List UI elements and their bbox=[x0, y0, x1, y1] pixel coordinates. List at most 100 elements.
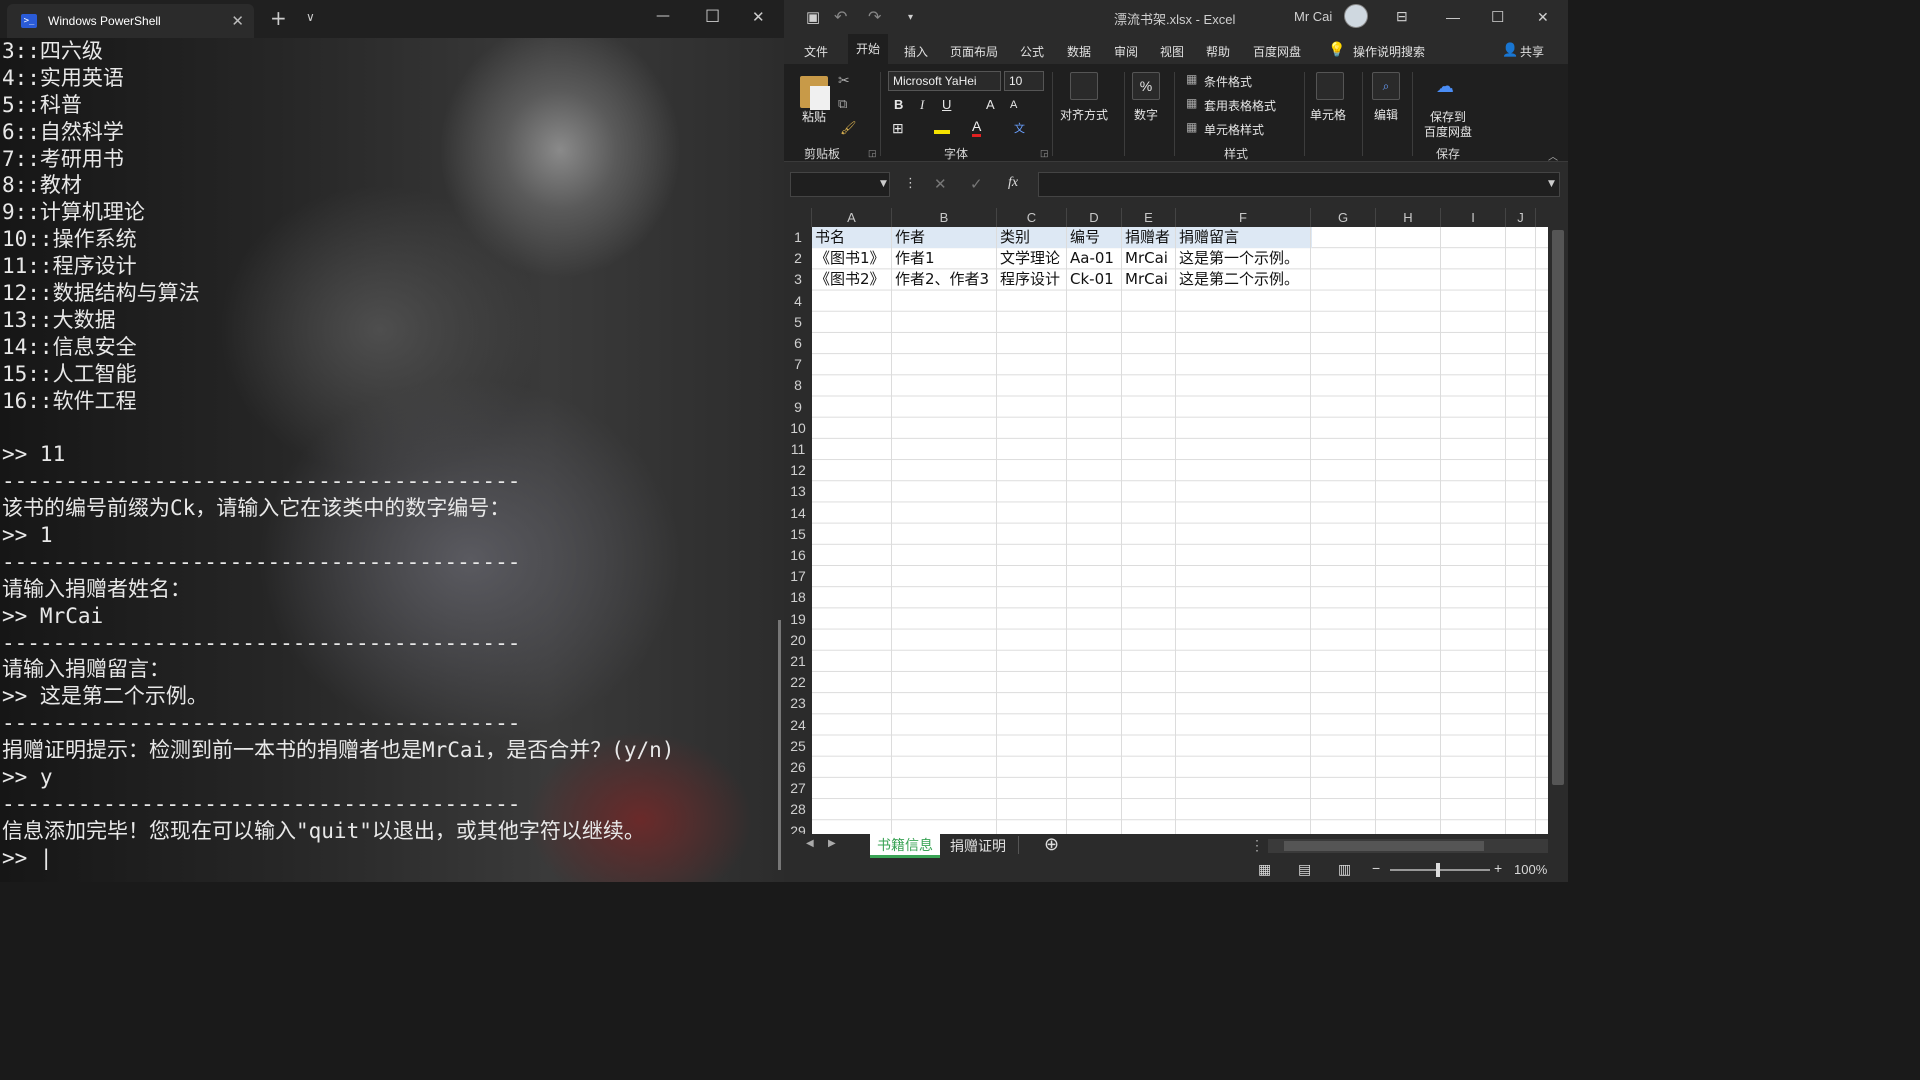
undo-icon[interactable]: ↶ bbox=[834, 7, 847, 27]
cell-area[interactable]: 书名 作者 类别 编号 捐赠者 捐赠留言 《图书1》 作者1 文学理论 Aa-01 MrCai 这是第… bbox=[812, 227, 1548, 834]
user-name[interactable]: Mr Cai bbox=[1294, 9, 1332, 24]
font-size-select[interactable]: 10 bbox=[1004, 71, 1044, 91]
share-button[interactable]: 共享 bbox=[1520, 43, 1544, 60]
next-sheet-icon[interactable]: ▶ bbox=[828, 838, 836, 849]
row-header[interactable]: 22 bbox=[784, 672, 812, 693]
scroll-thumb[interactable] bbox=[1552, 230, 1564, 785]
tab-review[interactable]: 审阅 bbox=[1114, 43, 1138, 60]
row-header[interactable]: 6 bbox=[784, 333, 812, 354]
row-header[interactable]: 21 bbox=[784, 651, 812, 672]
tab-baidu[interactable]: 百度网盘 bbox=[1253, 43, 1301, 60]
name-box[interactable] bbox=[790, 172, 890, 197]
row-header[interactable]: 14 bbox=[784, 503, 812, 524]
column-header[interactable]: J bbox=[1506, 208, 1536, 227]
paste-button[interactable]: 粘贴 bbox=[802, 108, 826, 125]
row-header[interactable]: 16 bbox=[784, 545, 812, 566]
tab-help[interactable]: 帮助 bbox=[1206, 43, 1230, 60]
column-header[interactable]: C bbox=[997, 208, 1067, 227]
name-box-dropdown-icon[interactable]: ▼ bbox=[880, 179, 887, 189]
alignment-button[interactable]: 对齐方式 bbox=[1060, 106, 1108, 123]
cells-icon[interactable] bbox=[1316, 72, 1344, 100]
table-cell[interactable]: 作者2、作者3 bbox=[892, 269, 997, 290]
add-sheet-button[interactable]: ⊕ bbox=[1044, 834, 1059, 855]
conditional-format-button[interactable]: 条件格式 bbox=[1204, 73, 1252, 90]
chevron-down-icon[interactable]: ∨ bbox=[306, 10, 315, 24]
normal-view-icon[interactable]: ▦ bbox=[1258, 861, 1271, 878]
row-header[interactable]: 15 bbox=[784, 524, 812, 545]
page-layout-icon[interactable]: ▤ bbox=[1298, 861, 1311, 878]
row-header[interactable]: 11 bbox=[784, 439, 812, 460]
column-header[interactable]: B bbox=[892, 208, 997, 227]
row-header[interactable]: 3 bbox=[784, 269, 812, 290]
table-header-cell[interactable]: 编号 bbox=[1067, 227, 1122, 248]
font-name-select[interactable]: Microsoft YaHei bbox=[888, 71, 1001, 91]
fill-color-icon[interactable] bbox=[934, 120, 950, 134]
table-cell[interactable]: 这是第二个示例。 bbox=[1176, 269, 1311, 290]
dialog-launcher-icon[interactable]: ◲ bbox=[868, 148, 877, 159]
cell-style-button[interactable]: 单元格样式 bbox=[1204, 121, 1264, 138]
insert-function-button[interactable]: fx bbox=[1008, 175, 1018, 191]
table-cell[interactable]: 这是第一个示例。 bbox=[1176, 248, 1311, 269]
dialog-launcher-icon[interactable]: ◲ bbox=[1040, 148, 1049, 159]
row-header[interactable]: 9 bbox=[784, 397, 812, 418]
table-header-cell[interactable]: 捐赠留言 bbox=[1176, 227, 1311, 248]
row-header[interactable]: 18 bbox=[784, 587, 812, 608]
bold-button[interactable]: B bbox=[894, 97, 903, 112]
table-cell[interactable]: Aa-01 bbox=[1067, 248, 1122, 269]
table-header-cell[interactable]: 书名 bbox=[812, 227, 892, 248]
row-header[interactable]: 10 bbox=[784, 418, 812, 439]
row-header[interactable]: 13 bbox=[784, 481, 812, 502]
tab-insert[interactable]: 插入 bbox=[904, 43, 928, 60]
close-tab-icon[interactable]: ✕ bbox=[231, 12, 244, 30]
zoom-slider[interactable] bbox=[1390, 863, 1490, 877]
cut-icon[interactable]: ✂ bbox=[838, 72, 850, 89]
zoom-slider-thumb[interactable] bbox=[1436, 863, 1440, 877]
row-header[interactable]: 20 bbox=[784, 630, 812, 651]
tab-home[interactable]: 开始 bbox=[848, 34, 889, 64]
page-break-icon[interactable]: ▥ bbox=[1338, 861, 1351, 878]
column-header[interactable]: E bbox=[1122, 208, 1176, 227]
scroll-thumb[interactable] bbox=[1284, 841, 1484, 851]
column-header[interactable]: F bbox=[1176, 208, 1311, 227]
redo-icon[interactable]: ↷ bbox=[868, 7, 881, 27]
table-cell[interactable]: 《图书1》 bbox=[812, 248, 892, 269]
minimize-button[interactable]: — bbox=[1446, 9, 1460, 25]
phonetic-icon[interactable]: 文 bbox=[1014, 120, 1025, 136]
column-header[interactable]: G bbox=[1311, 208, 1376, 227]
font-color-button[interactable]: A bbox=[972, 118, 982, 137]
row-header[interactable]: 7 bbox=[784, 354, 812, 375]
grow-font-button[interactable]: A bbox=[986, 97, 995, 112]
tab-file[interactable]: 文件 bbox=[804, 43, 828, 60]
maximize-button[interactable]: ☐ bbox=[705, 7, 720, 27]
tell-me-search[interactable]: 操作说明搜索 bbox=[1353, 43, 1425, 60]
row-header[interactable]: 23 bbox=[784, 693, 812, 714]
scrollbar[interactable] bbox=[778, 620, 781, 870]
close-button[interactable]: ✕ bbox=[1537, 9, 1549, 26]
row-header[interactable]: 27 bbox=[784, 778, 812, 799]
column-header[interactable]: D bbox=[1067, 208, 1122, 227]
cells-button[interactable]: 单元格 bbox=[1310, 106, 1346, 123]
row-header[interactable]: 5 bbox=[784, 312, 812, 333]
expand-formula-icon[interactable]: ▼ bbox=[1548, 179, 1555, 189]
table-header-cell[interactable]: 捐赠者 bbox=[1122, 227, 1176, 248]
column-header[interactable]: A bbox=[812, 208, 892, 227]
tab-view[interactable]: 视图 bbox=[1160, 43, 1184, 60]
table-header-cell[interactable]: 类别 bbox=[997, 227, 1067, 248]
horizontal-scrollbar[interactable] bbox=[1268, 839, 1548, 853]
table-cell[interactable]: MrCai bbox=[1122, 269, 1176, 290]
table-cell[interactable]: MrCai bbox=[1122, 248, 1176, 269]
row-header[interactable]: 26 bbox=[784, 757, 812, 778]
column-header[interactable]: H bbox=[1376, 208, 1441, 227]
zoom-level[interactable]: 100% bbox=[1514, 862, 1547, 877]
vertical-scrollbar[interactable] bbox=[1548, 208, 1568, 834]
zoom-in-button[interactable]: + bbox=[1494, 860, 1502, 876]
sheet-tab-active[interactable]: 书籍信息 bbox=[870, 834, 940, 858]
row-header[interactable]: 12 bbox=[784, 460, 812, 481]
close-button[interactable]: ✕ bbox=[752, 8, 765, 26]
italic-button[interactable]: I bbox=[920, 97, 924, 113]
maximize-button[interactable]: ☐ bbox=[1491, 8, 1504, 26]
zoom-out-button[interactable]: − bbox=[1372, 860, 1380, 876]
avatar[interactable] bbox=[1344, 4, 1368, 28]
baidu-cloud-icon[interactable]: ☁ bbox=[1436, 76, 1454, 97]
terminal-output[interactable]: 3::四六级 4::实用英语 5::科普 6::自然科学 7::考研用书 8::教材 9::… bbox=[2, 38, 778, 882]
